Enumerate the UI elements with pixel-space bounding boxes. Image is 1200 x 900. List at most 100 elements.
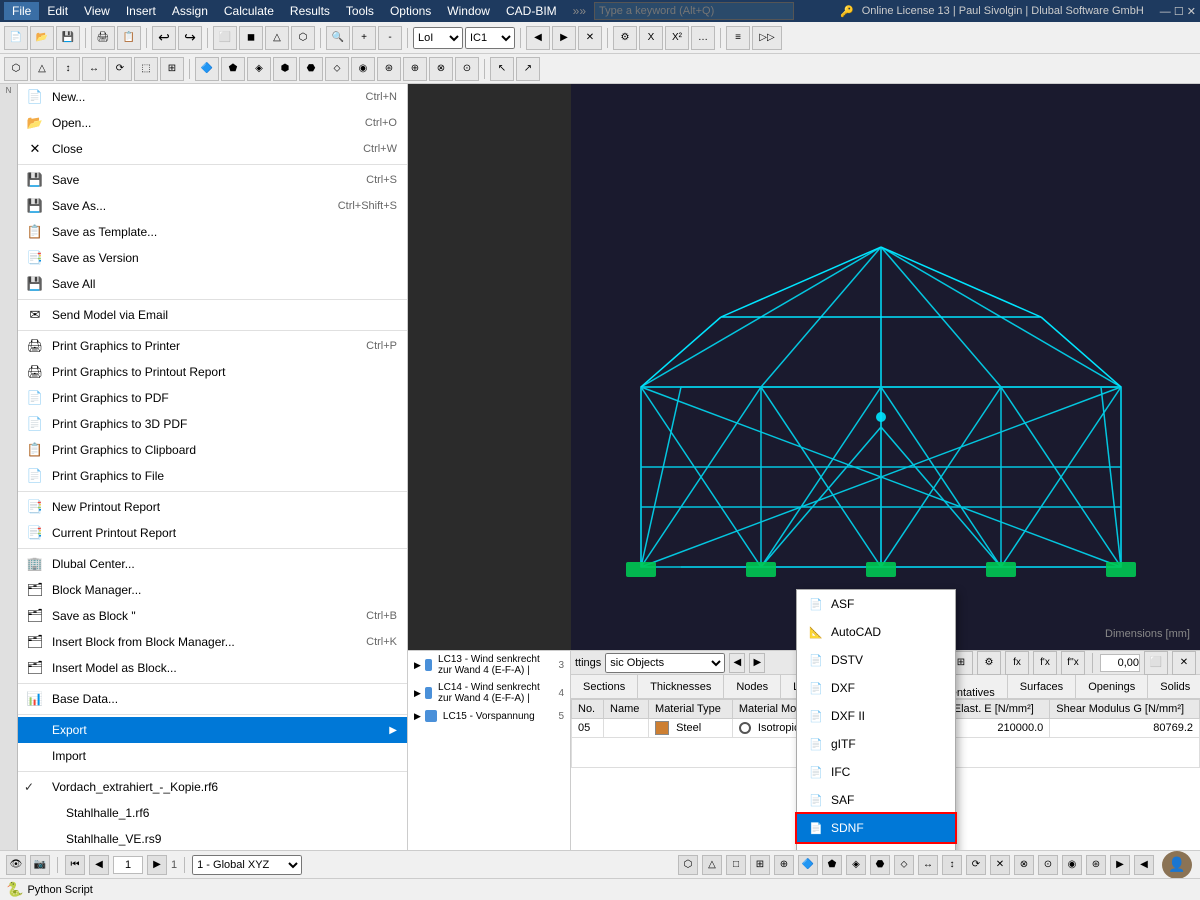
tb22[interactable]: △ [30, 57, 54, 81]
bp-fx2[interactable]: f'x [1033, 651, 1057, 675]
bp-settings[interactable]: ⚙ [977, 651, 1001, 675]
menu-item-new[interactable]: 📄 New... Ctrl+N [18, 84, 407, 110]
tb34[interactable]: ◉ [351, 57, 375, 81]
tb38[interactable]: ⊙ [455, 57, 479, 81]
bp-close[interactable]: ✕ [1172, 651, 1196, 675]
menu-item-print-report[interactable]: 🖨 Print Graphics to Printout Report [18, 359, 407, 385]
export-dxf[interactable]: 📄 DXF [797, 674, 955, 702]
menu-results[interactable]: Results [282, 2, 338, 20]
sb10[interactable]: ⬦ [894, 855, 914, 875]
value-input[interactable] [1100, 654, 1140, 672]
menu-cadbim[interactable]: CAD-BIM [498, 2, 565, 20]
menu-tools[interactable]: Tools [338, 2, 382, 20]
toolbar-new[interactable]: 📄 [4, 26, 28, 50]
tb5[interactable]: 🔍 [326, 26, 350, 50]
tb13[interactable]: X² [665, 26, 689, 50]
tb37[interactable]: ⊗ [429, 57, 453, 81]
tab-solids[interactable]: Solids [1148, 675, 1200, 698]
menu-item-save-template[interactable]: 📋 Save as Template... [18, 219, 407, 245]
tab-surfaces[interactable]: Surfaces [1008, 675, 1076, 698]
menu-calculate[interactable]: Calculate [216, 2, 282, 20]
menu-item-close[interactable]: ✕ Close Ctrl+W [18, 136, 407, 162]
sb18[interactable]: ⊛ [1086, 855, 1106, 875]
tb32[interactable]: ⬣ [299, 57, 323, 81]
tb27[interactable]: ⊞ [160, 57, 184, 81]
tb14[interactable]: … [691, 26, 715, 50]
sb6[interactable]: 🔷 [798, 855, 818, 875]
menu-item-print-printer[interactable]: 🖨 Print Graphics to Printer Ctrl+P [18, 333, 407, 359]
toolbar-save[interactable]: 💾 [56, 26, 80, 50]
toolbar-redo[interactable]: ↪ [178, 26, 202, 50]
tb23[interactable]: ↕ [56, 57, 80, 81]
export-gltf[interactable]: 📄 gITF [797, 730, 955, 758]
keyword-search[interactable] [594, 2, 794, 20]
tb6[interactable]: + [352, 26, 376, 50]
tb31[interactable]: ⬢ [273, 57, 297, 81]
objects-combo[interactable]: sic Objects [605, 653, 725, 673]
nav-prev[interactable]: ◀ [89, 855, 109, 875]
tab-openings[interactable]: Openings [1076, 675, 1148, 698]
prev-obj[interactable]: ◀ [729, 653, 745, 673]
menu-edit[interactable]: Edit [39, 2, 76, 20]
tb35[interactable]: ⊛ [377, 57, 401, 81]
menu-assign[interactable]: Assign [164, 2, 216, 20]
toolbar-undo[interactable]: ↩ [152, 26, 176, 50]
nav-prev-prev[interactable]: ⏮ [65, 855, 85, 875]
sb9[interactable]: ⬣ [870, 855, 890, 875]
menu-item-import[interactable]: Import [18, 743, 407, 769]
menu-item-recent-3[interactable]: Stahlhalle_VE.rs9 [18, 826, 407, 850]
menu-item-print-3dpdf[interactable]: 📄 Print Graphics to 3D PDF [18, 411, 407, 437]
menu-item-block-manager[interactable]: 🗂 Block Manager... [18, 577, 407, 603]
sb8[interactable]: ◈ [846, 855, 866, 875]
tb33[interactable]: ⬦ [325, 57, 349, 81]
export-ifc[interactable]: 📄 IFC [797, 758, 955, 786]
sb16[interactable]: ⊙ [1038, 855, 1058, 875]
sb20[interactable]: ◀ [1134, 855, 1154, 875]
tab-thicknesses[interactable]: Thicknesses [638, 675, 724, 698]
tb24[interactable]: ↔ [82, 57, 106, 81]
sb14[interactable]: ✕ [990, 855, 1010, 875]
ic-select[interactable]: IC1 [465, 27, 515, 49]
menu-item-save-all[interactable]: 💾 Save All [18, 271, 407, 297]
export-saf[interactable]: 📄 SAF [797, 786, 955, 814]
sb19[interactable]: ▶ [1110, 855, 1130, 875]
tb9[interactable]: ▶ [552, 26, 576, 50]
tb1[interactable]: ⬜ [213, 26, 237, 50]
menu-item-save-block[interactable]: 🗂 Save as Block " Ctrl+B [18, 603, 407, 629]
menu-item-save[interactable]: 💾 Save Ctrl+S [18, 167, 407, 193]
menu-item-send-model[interactable]: ✉ Send Model via Email [18, 302, 407, 328]
tb7[interactable]: - [378, 26, 402, 50]
export-autocad[interactable]: 📐 AutoCAD [797, 618, 955, 646]
tree-item-lc13[interactable]: ▶ LC13 - Wind senkrecht zur Wand 4 (E-F-… [408, 651, 570, 679]
bp-fx[interactable]: fx [1005, 651, 1029, 675]
menu-item-save-version[interactable]: 📑 Save as Version [18, 245, 407, 271]
export-dxf-ii[interactable]: 📄 DXF II [797, 702, 955, 730]
tb11[interactable]: ⚙ [613, 26, 637, 50]
menu-item-new-printout[interactable]: 📑 New Printout Report [18, 494, 407, 520]
menu-item-current-printout[interactable]: 📑 Current Printout Report [18, 520, 407, 546]
menu-item-open[interactable]: 📂 Open... Ctrl+O [18, 110, 407, 136]
tree-item-lc15[interactable]: ▶ LC15 - Vorspannung 5 [408, 707, 570, 725]
tb3[interactable]: △ [265, 26, 289, 50]
menu-item-save-as[interactable]: 💾 Save As... Ctrl+Shift+S [18, 193, 407, 219]
tb4[interactable]: ⬡ [291, 26, 315, 50]
sb1[interactable]: ⬡ [678, 855, 698, 875]
export-sdnf[interactable]: 📄 SDNF [797, 814, 955, 842]
tb30[interactable]: ◈ [247, 57, 271, 81]
tb25[interactable]: ⟳ [108, 57, 132, 81]
tb12[interactable]: X [639, 26, 663, 50]
menu-options[interactable]: Options [382, 2, 439, 20]
sb7[interactable]: ⬟ [822, 855, 842, 875]
nav-video[interactable]: 📷 [30, 855, 50, 875]
tb8[interactable]: ◀ [526, 26, 550, 50]
bp-fx3[interactable]: f''x [1061, 651, 1085, 675]
view-combo[interactable]: 1 - Global XYZ [192, 855, 302, 875]
nav-page-input[interactable] [113, 856, 143, 874]
nav-next[interactable]: ▶ [147, 855, 167, 875]
menu-item-export[interactable]: Export ▶ [18, 717, 407, 743]
view-select[interactable]: LoI [413, 27, 463, 49]
menu-file[interactable]: File [4, 2, 39, 20]
sb11[interactable]: ↔ [918, 855, 938, 875]
tb2[interactable]: ◼ [239, 26, 263, 50]
nav-eye[interactable]: 👁 [6, 855, 26, 875]
